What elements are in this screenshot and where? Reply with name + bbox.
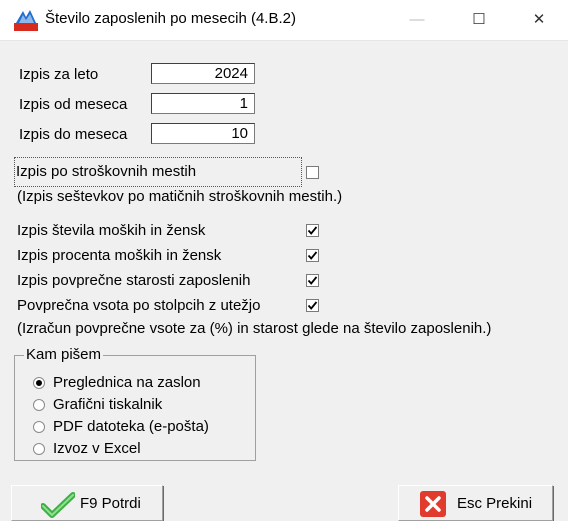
- window-title: Število zaposlenih po mesecih (4.B.2): [45, 10, 296, 27]
- minimize-icon: —: [409, 11, 425, 28]
- green-check-icon: [41, 492, 75, 518]
- maximize-button[interactable]: ☐: [456, 0, 502, 40]
- red-x-icon: [420, 491, 446, 517]
- close-icon: ✕: [532, 11, 546, 28]
- check-icon: [307, 251, 318, 260]
- option-percent-label: Izpis procenta moških in žensk: [17, 247, 222, 264]
- cancel-button[interactable]: Esc Prekini: [398, 485, 553, 521]
- option-age-label: Izpis povprečne starosti zaposlenih: [17, 272, 251, 289]
- radio-printer[interactable]: [33, 399, 45, 411]
- cancel-label: Esc Prekini: [457, 495, 533, 512]
- minimize-button[interactable]: —: [394, 0, 440, 40]
- radio-pdf-label: PDF datoteka (e-pošta): [53, 418, 209, 435]
- close-button[interactable]: ✕: [516, 0, 562, 40]
- radio-screen-label: Preglednica na zaslon: [53, 374, 201, 391]
- maximize-icon: ☐: [472, 11, 486, 28]
- confirm-label: F9 Potrdi: [80, 495, 141, 512]
- check-icon: [307, 301, 318, 310]
- to-month-label: Izpis do meseca: [19, 126, 128, 143]
- radio-excel-label: Izvoz v Excel: [53, 440, 141, 457]
- output-group-legend: Kam pišem: [24, 346, 104, 363]
- from-month-label: Izpis od meseca: [19, 96, 128, 113]
- check-icon: [307, 276, 318, 285]
- year-input[interactable]: 2024: [151, 63, 255, 84]
- option-percent-checkbox[interactable]: [306, 249, 319, 262]
- radio-printer-label: Grafični tiskalnik: [53, 396, 163, 413]
- app-logo-icon: [14, 10, 38, 31]
- radio-excel[interactable]: [33, 443, 45, 455]
- year-label: Izpis za leto: [19, 66, 99, 83]
- check-icon: [307, 226, 318, 235]
- radio-screen[interactable]: [33, 377, 45, 389]
- to-month-input[interactable]: 10: [151, 123, 255, 144]
- option-weighted-checkbox[interactable]: [306, 299, 319, 312]
- cost-center-label: Izpis po stroškovnih mestih: [16, 163, 197, 180]
- radio-selected-dot: [36, 380, 42, 386]
- confirm-button[interactable]: F9 Potrdi: [11, 485, 163, 521]
- option-weighted-label: Povprečna vsota po stolpcih z utežjo: [17, 297, 261, 314]
- option-age-checkbox[interactable]: [306, 274, 319, 287]
- from-month-input[interactable]: 1: [151, 93, 255, 114]
- option-count-label: Izpis števila moških in žensk: [17, 222, 206, 239]
- radio-pdf[interactable]: [33, 421, 45, 433]
- cost-center-checkbox[interactable]: [306, 166, 319, 179]
- title-bar: Število zaposlenih po mesecih (4.B.2) — …: [0, 0, 568, 41]
- cost-center-note: (Izpis seštevkov po matičnih stroškovnih…: [17, 188, 343, 205]
- options-note: (Izračun povprečne vsote za (%) in staro…: [17, 320, 492, 337]
- option-count-checkbox[interactable]: [306, 224, 319, 237]
